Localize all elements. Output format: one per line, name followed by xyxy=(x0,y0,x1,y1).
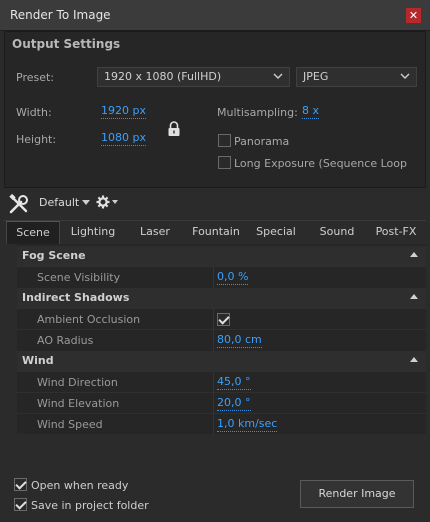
group-title-wind: Wind xyxy=(22,354,54,367)
width-field[interactable]: 1920 px xyxy=(101,104,146,119)
panorama-checkbox[interactable] xyxy=(218,134,231,147)
multisampling-field[interactable]: 8 x xyxy=(302,104,320,119)
tools-icon[interactable] xyxy=(8,193,30,215)
wind-elevation-field[interactable]: 20,0 ° xyxy=(217,396,251,411)
chevron-down-icon xyxy=(400,73,410,79)
property-row-wind-direction: Wind Direction 45,0 ° xyxy=(17,371,426,393)
tab-laser[interactable]: Laser xyxy=(128,221,182,244)
tab-lighting[interactable]: Lighting xyxy=(64,221,122,244)
tab-fountain[interactable]: Fountain xyxy=(188,221,244,244)
caret-down-icon[interactable] xyxy=(82,200,90,206)
close-icon: ✕ xyxy=(408,9,419,22)
open-when-ready-checkbox[interactable] xyxy=(14,478,27,491)
scene-visibility-field[interactable]: 0,0 % xyxy=(217,270,249,285)
height-label: Height: xyxy=(16,133,57,146)
tab-sound[interactable]: Sound xyxy=(310,221,364,244)
long-exposure-checkbox[interactable] xyxy=(218,156,231,169)
title-bar: Render To Image ✕ xyxy=(0,0,430,31)
save-in-project-label: Save in project folder xyxy=(31,499,149,512)
height-field[interactable]: 1080 px xyxy=(101,131,146,146)
tab-special-fx[interactable]: Special FX xyxy=(248,221,304,260)
property-row-wind-speed: Wind Speed 1,0 km/sec xyxy=(17,413,426,435)
collapse-icon[interactable] xyxy=(410,357,418,362)
long-exposure-label: Long Exposure (Sequence Loop xyxy=(234,157,407,170)
render-image-button[interactable]: Render Image xyxy=(300,480,414,508)
multisampling-label: Multisampling: xyxy=(217,106,298,119)
ao-radius-field[interactable]: 80,0 cm xyxy=(217,333,262,348)
collapse-icon[interactable] xyxy=(410,294,418,299)
width-label: Width: xyxy=(16,106,52,119)
preset-name[interactable]: Default xyxy=(39,196,79,209)
panorama-label: Panorama xyxy=(234,135,290,148)
wind-direction-field[interactable]: 45,0 ° xyxy=(217,375,251,390)
group-title-fog: Fog Scene xyxy=(22,249,86,262)
group-header-shadows[interactable]: Indirect Shadows xyxy=(17,288,426,308)
caret-down-icon[interactable] xyxy=(112,200,118,205)
tab-post-fx[interactable]: Post-FX xyxy=(368,221,424,244)
gear-icon[interactable] xyxy=(96,195,110,209)
tab-bar: Scene Lighting Laser Fountain Special FX… xyxy=(4,220,426,260)
save-in-project-checkbox[interactable] xyxy=(14,498,27,511)
property-row-wind-elevation: Wind Elevation 20,0 ° xyxy=(17,392,426,414)
group-header-wind[interactable]: Wind xyxy=(17,351,426,371)
tab-scene[interactable]: Scene xyxy=(6,221,60,244)
open-when-ready-label: Open when ready xyxy=(31,479,129,492)
format-value: JPEG xyxy=(303,70,329,83)
property-row-ao-radius: AO Radius 80,0 cm xyxy=(17,329,426,351)
preset-value: 1920 x 1080 (FullHD) xyxy=(104,70,222,83)
window-title: Render To Image xyxy=(10,8,111,22)
close-button[interactable]: ✕ xyxy=(406,8,421,23)
group-title-shadows: Indirect Shadows xyxy=(22,291,130,304)
output-settings-heading: Output Settings xyxy=(12,37,121,51)
collapse-icon[interactable] xyxy=(410,252,418,257)
preset-select[interactable]: 1920 x 1080 (FullHD) xyxy=(97,67,290,87)
chevron-down-icon xyxy=(273,73,283,79)
property-row-scene-visibility: Scene Visibility 0,0 % xyxy=(17,266,426,288)
property-grid: Fog Scene Scene Visibility 0,0 % Indirec… xyxy=(17,244,426,435)
scene-visibility-label: Scene Visibility xyxy=(37,271,121,284)
ambient-occlusion-label: Ambient Occlusion xyxy=(37,313,141,326)
ambient-occlusion-checkbox[interactable] xyxy=(217,313,230,326)
wind-speed-field[interactable]: 1,0 km/sec xyxy=(217,417,278,432)
group-header-fog[interactable]: Fog Scene xyxy=(17,246,426,266)
wind-speed-label: Wind Speed xyxy=(37,418,103,431)
format-select[interactable]: JPEG xyxy=(296,67,417,87)
wind-elevation-label: Wind Elevation xyxy=(37,397,120,410)
property-row-ambient-occlusion: Ambient Occlusion xyxy=(17,308,426,330)
ao-radius-label: AO Radius xyxy=(37,334,94,347)
lock-icon[interactable] xyxy=(167,121,181,137)
wind-direction-label: Wind Direction xyxy=(37,376,118,389)
preset-label: Preset: xyxy=(16,71,55,84)
